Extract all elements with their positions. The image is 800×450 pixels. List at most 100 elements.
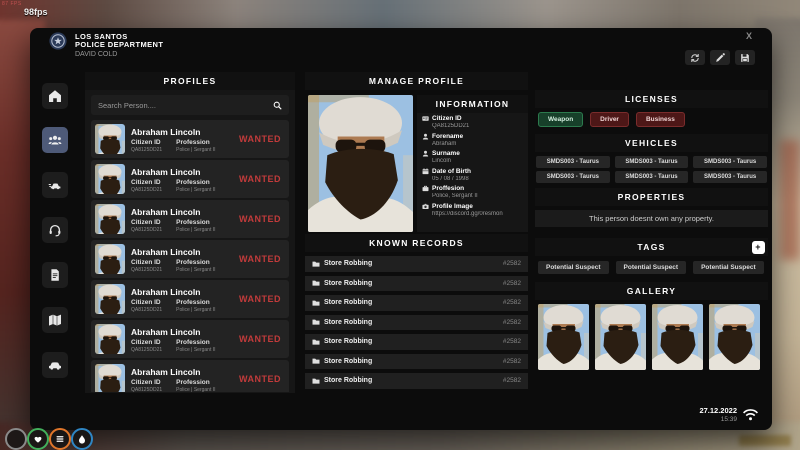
profile-thumbnail: [95, 244, 125, 274]
department-header: LOS SANTOS POLICE DEPARTMENT DAVID COLD: [75, 33, 164, 59]
record-id: #2582: [502, 338, 521, 346]
gallery-image[interactable]: [538, 304, 589, 370]
department-name-line2: POLICE DEPARTMENT: [75, 40, 164, 49]
record-label: Store Robbing: [324, 357, 373, 365]
sidebar-item-dispatch[interactable]: [42, 217, 68, 243]
field-label: Proffesion: [432, 185, 465, 192]
record-item[interactable]: Store Robbing #2582: [305, 314, 528, 330]
refresh-button[interactable]: [685, 50, 705, 65]
vehicle-plate[interactable]: SMDS003 - Taurus: [614, 156, 689, 168]
tablet-footer: 27.12.2022 15:39: [699, 406, 759, 423]
edit-button[interactable]: [710, 50, 730, 65]
vehicle-plate[interactable]: SMDS003 - Taurus: [536, 171, 610, 183]
save-button[interactable]: [735, 50, 755, 65]
vehicle-plate[interactable]: SMDS003 - Taurus: [693, 171, 767, 183]
profile-name: Abraham Lincoln: [131, 246, 201, 257]
folder-icon: [312, 358, 320, 364]
field-value: Abraham: [432, 140, 457, 147]
licenses-title: LICENSES: [535, 90, 768, 108]
profile-list-item[interactable]: Abraham Lincoln Citizen ID QA8125DD21 Pr…: [91, 360, 289, 392]
camera-icon: [422, 203, 429, 209]
profile-list-item[interactable]: Abraham Lincoln Citizen ID QA8125DD21 Pr…: [91, 200, 289, 238]
information-title: INFORMATION: [417, 95, 528, 113]
record-item[interactable]: Store Robbing #2582: [305, 295, 528, 311]
search-input[interactable]: [98, 100, 273, 110]
server-watermark: [739, 435, 791, 446]
sidebar-item-reports[interactable]: [42, 262, 68, 288]
record-item[interactable]: Store Robbing #2582: [305, 373, 528, 389]
citizen-id-label: Citizen ID: [131, 258, 161, 266]
health-icon: [27, 428, 49, 450]
profile-thumbnail: [95, 124, 125, 154]
profile-list-item[interactable]: Abraham Lincoln Citizen ID QA8125DD21 Pr…: [91, 320, 289, 358]
profession-value: Police | Sergant II: [176, 186, 216, 193]
document-icon: [51, 269, 59, 281]
license-badge-weapon[interactable]: Weapon: [538, 112, 584, 127]
gallery-image[interactable]: [709, 304, 760, 370]
folder-icon: [312, 300, 320, 306]
close-button[interactable]: X: [746, 31, 752, 41]
profile-list-item[interactable]: Abraham Lincoln Citizen ID QA8125DD21 Pr…: [91, 160, 289, 198]
gallery-image[interactable]: [652, 304, 703, 370]
field-value: https://discord.gg/0resmon: [432, 210, 503, 217]
sidebar-item-vehicles[interactable]: [42, 352, 68, 378]
record-id: #2582: [502, 377, 521, 385]
wanted-badge: WANTED: [239, 254, 281, 264]
profile-name: Abraham Lincoln: [131, 286, 201, 297]
map-icon: [49, 314, 61, 326]
sidebar-item-map[interactable]: [42, 307, 68, 333]
car-icon: [49, 362, 61, 370]
citizen-id-value: QA8125DD21: [131, 346, 163, 353]
field-value: QA8125DD21: [432, 123, 470, 129]
headset-icon: [49, 224, 61, 237]
sidebar-item-home[interactable]: [42, 83, 68, 109]
tag-badge[interactable]: Potential Suspect: [693, 261, 764, 274]
folder-icon: [312, 319, 320, 325]
tag-badge[interactable]: Potential Suspect: [538, 261, 609, 274]
search-bar[interactable]: [91, 95, 289, 115]
record-label: Store Robbing: [324, 318, 373, 326]
record-item[interactable]: Store Robbing #2582: [305, 256, 528, 272]
citizen-id-value: QA8125DD21: [131, 226, 163, 233]
record-item[interactable]: Store Robbing #2582: [305, 334, 528, 350]
tag-badge[interactable]: Potential Suspect: [615, 261, 687, 274]
profile-name: Abraham Lincoln: [131, 366, 201, 377]
tags-panel: TAGS + Potential Suspect Potential Suspe…: [535, 238, 768, 279]
tags-title: TAGS +: [535, 238, 768, 256]
gallery-image[interactable]: [595, 304, 646, 370]
profile-list-item[interactable]: Abraham Lincoln Citizen ID QA8125DD21 Pr…: [91, 120, 289, 158]
wanted-badge: WANTED: [239, 374, 281, 384]
profile-list-item[interactable]: Abraham Lincoln Citizen ID QA8125DD21 Pr…: [91, 240, 289, 278]
profile-thumbnail: [95, 324, 125, 354]
add-tag-button[interactable]: +: [752, 240, 765, 254]
records-list: Store Robbing #2582 Store Robbing #2582 …: [305, 256, 528, 389]
license-badge-business[interactable]: Business: [635, 112, 685, 127]
properties-panel: PROPERTIES This person doesnt own any pr…: [535, 188, 768, 227]
profession-label: Profession: [176, 218, 210, 226]
license-badge-driver[interactable]: Driver: [590, 112, 629, 127]
known-records-panel: KNOWN RECORDS Store Robbing #2582 Store …: [305, 234, 528, 389]
refresh-icon: [691, 53, 699, 62]
vehicle-plate[interactable]: SMDS003 - Taurus: [536, 156, 610, 168]
record-item[interactable]: Store Robbing #2582: [305, 353, 528, 369]
vehicle-plate[interactable]: SMDS003 - Taurus: [693, 156, 767, 168]
profile-thumbnail: [95, 364, 125, 392]
record-id: #2582: [502, 260, 521, 268]
profession-label: Profession: [176, 378, 210, 386]
vehicles-title: VEHICLES: [535, 134, 768, 152]
sidebar-item-pursuit[interactable]: [42, 172, 68, 198]
citizen-id-value: QA8125DD21: [131, 306, 163, 313]
profession-label: Profession: [176, 298, 210, 306]
profession-value: Police | Sergant II: [176, 346, 216, 353]
citizen-id-label: Citizen ID: [131, 298, 161, 306]
calendar-icon: [422, 167, 429, 174]
profile-list-item[interactable]: Abraham Lincoln Citizen ID QA8125DD21 Pr…: [91, 280, 289, 318]
status-icon-misc: [5, 428, 27, 450]
wanted-badge: WANTED: [239, 134, 281, 144]
time-display: 15:39: [720, 416, 737, 423]
record-item[interactable]: Store Robbing #2582: [305, 275, 528, 291]
sidebar-item-profiles[interactable]: [42, 127, 68, 153]
vehicle-plate[interactable]: SMDS003 - Taurus: [614, 171, 689, 183]
profile-photo: [308, 95, 413, 232]
mdt-window: LOS SANTOS POLICE DEPARTMENT DAVID COLD …: [30, 28, 772, 430]
